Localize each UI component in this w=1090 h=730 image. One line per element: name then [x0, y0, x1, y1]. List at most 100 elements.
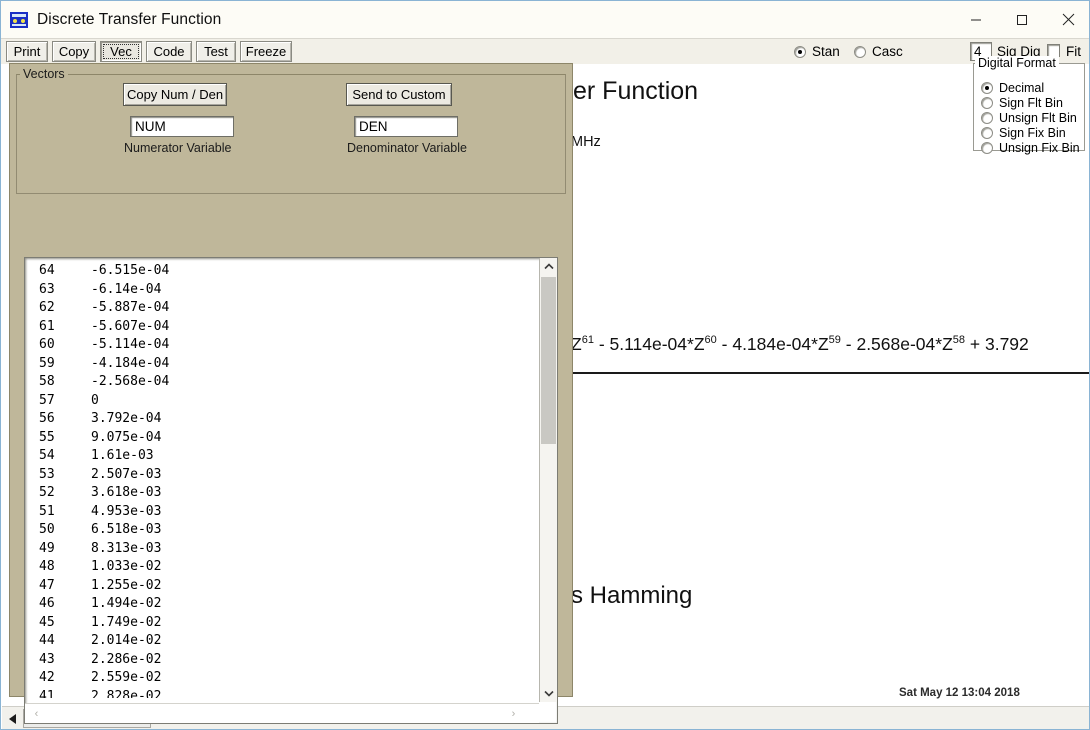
- list-item-index: 41: [39, 688, 55, 699]
- window-title: Discrete Transfer Function: [37, 10, 222, 28]
- scroll-left-icon[interactable]: [4, 709, 22, 728]
- document-title-fragment: er Function: [573, 77, 699, 105]
- vec-button-label: Vec: [110, 44, 132, 59]
- list-item-value: -4.184e-04: [91, 355, 170, 371]
- radio-casc-label: Casc: [872, 44, 903, 59]
- minimize-icon[interactable]: [953, 1, 999, 38]
- list-item[interactable]: 52 3.618e-03: [39, 484, 539, 503]
- list-item-index: 55: [39, 429, 55, 445]
- radio-unsign-fix-bin[interactable]: Unsign Fix Bin: [981, 141, 1080, 155]
- list-item-index: 48: [39, 559, 55, 574]
- list-item-index: 60: [39, 337, 55, 352]
- list-item-value: 1.749e-02: [91, 614, 162, 630]
- radio-sign-flt-bin[interactable]: Sign Flt Bin: [981, 96, 1063, 110]
- radio-unsign-flt-bin-indicator: [981, 112, 993, 124]
- list-item[interactable]: 46 1.494e-02: [39, 595, 539, 614]
- list-item[interactable]: 45 1.749e-02: [39, 614, 539, 633]
- list-item-value: -6.515e-04: [91, 263, 170, 278]
- list-item-value: 3.792e-04: [91, 411, 162, 426]
- list-item[interactable]: 59 -4.184e-04: [39, 355, 539, 374]
- list-item[interactable]: 51 4.953e-03: [39, 503, 539, 522]
- list-item-value: -5.607e-04: [91, 318, 170, 334]
- list-item[interactable]: 43 2.286e-02: [39, 651, 539, 670]
- numerator-variable-input[interactable]: NUM: [130, 116, 234, 137]
- list-scroll-right-icon[interactable]: ›: [506, 706, 521, 721]
- code-button[interactable]: Code: [146, 41, 192, 62]
- close-icon[interactable]: [1045, 1, 1089, 38]
- radio-casc[interactable]: Casc: [854, 44, 903, 59]
- list-item[interactable]: 47 1.255e-02: [39, 577, 539, 596]
- list-item-index: 63: [39, 281, 55, 297]
- list-item-value: 2.828e-02: [91, 688, 162, 699]
- vectors-groupbox: [16, 74, 566, 194]
- list-item[interactable]: 54 1.61e-03: [39, 447, 539, 466]
- list-item[interactable]: 53 2.507e-03: [39, 466, 539, 485]
- list-item[interactable]: 61 -5.607e-04: [39, 318, 539, 337]
- document-equation-fragment: Z61 - 5.114e-04*Z60 - 4.184e-04*Z59 - 2.…: [571, 334, 1029, 354]
- list-item[interactable]: 55 9.075e-04: [39, 429, 539, 448]
- radio-stan[interactable]: Stan: [794, 44, 840, 59]
- list-item[interactable]: 42 2.559e-02: [39, 669, 539, 688]
- freeze-button[interactable]: Freeze: [240, 41, 292, 62]
- vector-list-vscroll-thumb[interactable]: [541, 277, 556, 444]
- list-item-index: 52: [39, 485, 55, 500]
- list-item-value: 2.014e-02: [91, 633, 162, 648]
- copy-num-den-button[interactable]: Copy Num / Den: [123, 83, 227, 106]
- send-to-custom-button[interactable]: Send to Custom: [346, 83, 452, 106]
- maximize-icon[interactable]: [999, 1, 1045, 38]
- denominator-variable-caption: Denominator Variable: [347, 141, 467, 155]
- list-item[interactable]: 44 2.014e-02: [39, 632, 539, 651]
- list-item-value: 1.033e-02: [91, 559, 162, 574]
- list-scroll-left-icon[interactable]: ‹: [29, 706, 44, 721]
- radio-sign-fix-bin-label: Sign Fix Bin: [999, 126, 1066, 140]
- list-item[interactable]: 57 0: [39, 392, 539, 411]
- list-item[interactable]: 58 -2.568e-04: [39, 373, 539, 392]
- radio-stan-label: Stan: [812, 44, 840, 59]
- list-item-index: 45: [39, 614, 55, 630]
- test-button[interactable]: Test: [196, 41, 236, 62]
- list-item-value: -5.114e-04: [91, 337, 170, 352]
- list-item-value: 4.953e-03: [91, 503, 162, 519]
- scroll-down-icon[interactable]: [540, 685, 557, 702]
- list-item[interactable]: 50 6.518e-03: [39, 521, 539, 540]
- denominator-variable-input[interactable]: DEN: [354, 116, 458, 137]
- radio-decimal-label: Decimal: [999, 81, 1045, 95]
- list-item[interactable]: 60 -5.114e-04: [39, 336, 539, 355]
- document-divider: [571, 372, 1089, 374]
- list-item-index: 49: [39, 540, 55, 556]
- radio-sign-fix-bin[interactable]: Sign Fix Bin: [981, 126, 1066, 140]
- list-item-index: 54: [39, 448, 55, 463]
- list-item-index: 59: [39, 355, 55, 371]
- list-item-index: 44: [39, 633, 55, 648]
- list-item[interactable]: 49 8.313e-03: [39, 540, 539, 559]
- radio-decimal[interactable]: Decimal: [981, 81, 1044, 95]
- window-titlebar: Discrete Transfer Function: [1, 1, 1089, 38]
- list-item[interactable]: 62 -5.887e-04: [39, 299, 539, 318]
- vector-list-vertical-scrollbar[interactable]: [539, 258, 557, 702]
- radio-unsign-flt-bin[interactable]: Unsign Flt Bin: [981, 111, 1077, 125]
- list-item-value: -6.14e-04: [91, 281, 162, 297]
- list-item-index: 46: [39, 596, 55, 611]
- radio-stan-indicator: [794, 45, 806, 58]
- vec-button[interactable]: Vec: [100, 41, 142, 62]
- vector-list-horizontal-scrollbar[interactable]: ‹ ›: [25, 703, 539, 723]
- list-item-index: 51: [39, 503, 55, 519]
- list-item-index: 62: [39, 300, 55, 315]
- list-item[interactable]: 48 1.033e-02: [39, 558, 539, 577]
- list-item-value: 2.286e-02: [91, 651, 162, 667]
- list-item-value: 1.494e-02: [91, 596, 162, 611]
- vector-list[interactable]: 64 -6.515e-04 63 -6.14e-04 62 -5.887e-04 61 -5.…: [25, 258, 539, 698]
- list-item[interactable]: 41 2.828e-02: [39, 688, 539, 699]
- list-item-value: 8.313e-03: [91, 540, 162, 556]
- scroll-up-icon[interactable]: [540, 258, 557, 275]
- list-item[interactable]: 63 -6.14e-04: [39, 281, 539, 300]
- list-item-value: 9.075e-04: [91, 429, 162, 445]
- list-item-value: 2.507e-03: [91, 466, 162, 482]
- list-item-index: 61: [39, 318, 55, 334]
- vectors-groupbox-title: Vectors: [20, 67, 68, 81]
- radio-casc-indicator: [854, 45, 866, 58]
- copy-button[interactable]: Copy: [52, 41, 96, 62]
- list-item[interactable]: 56 3.792e-04: [39, 410, 539, 429]
- print-button[interactable]: Print: [6, 41, 48, 62]
- list-item[interactable]: 64 -6.515e-04: [39, 262, 539, 281]
